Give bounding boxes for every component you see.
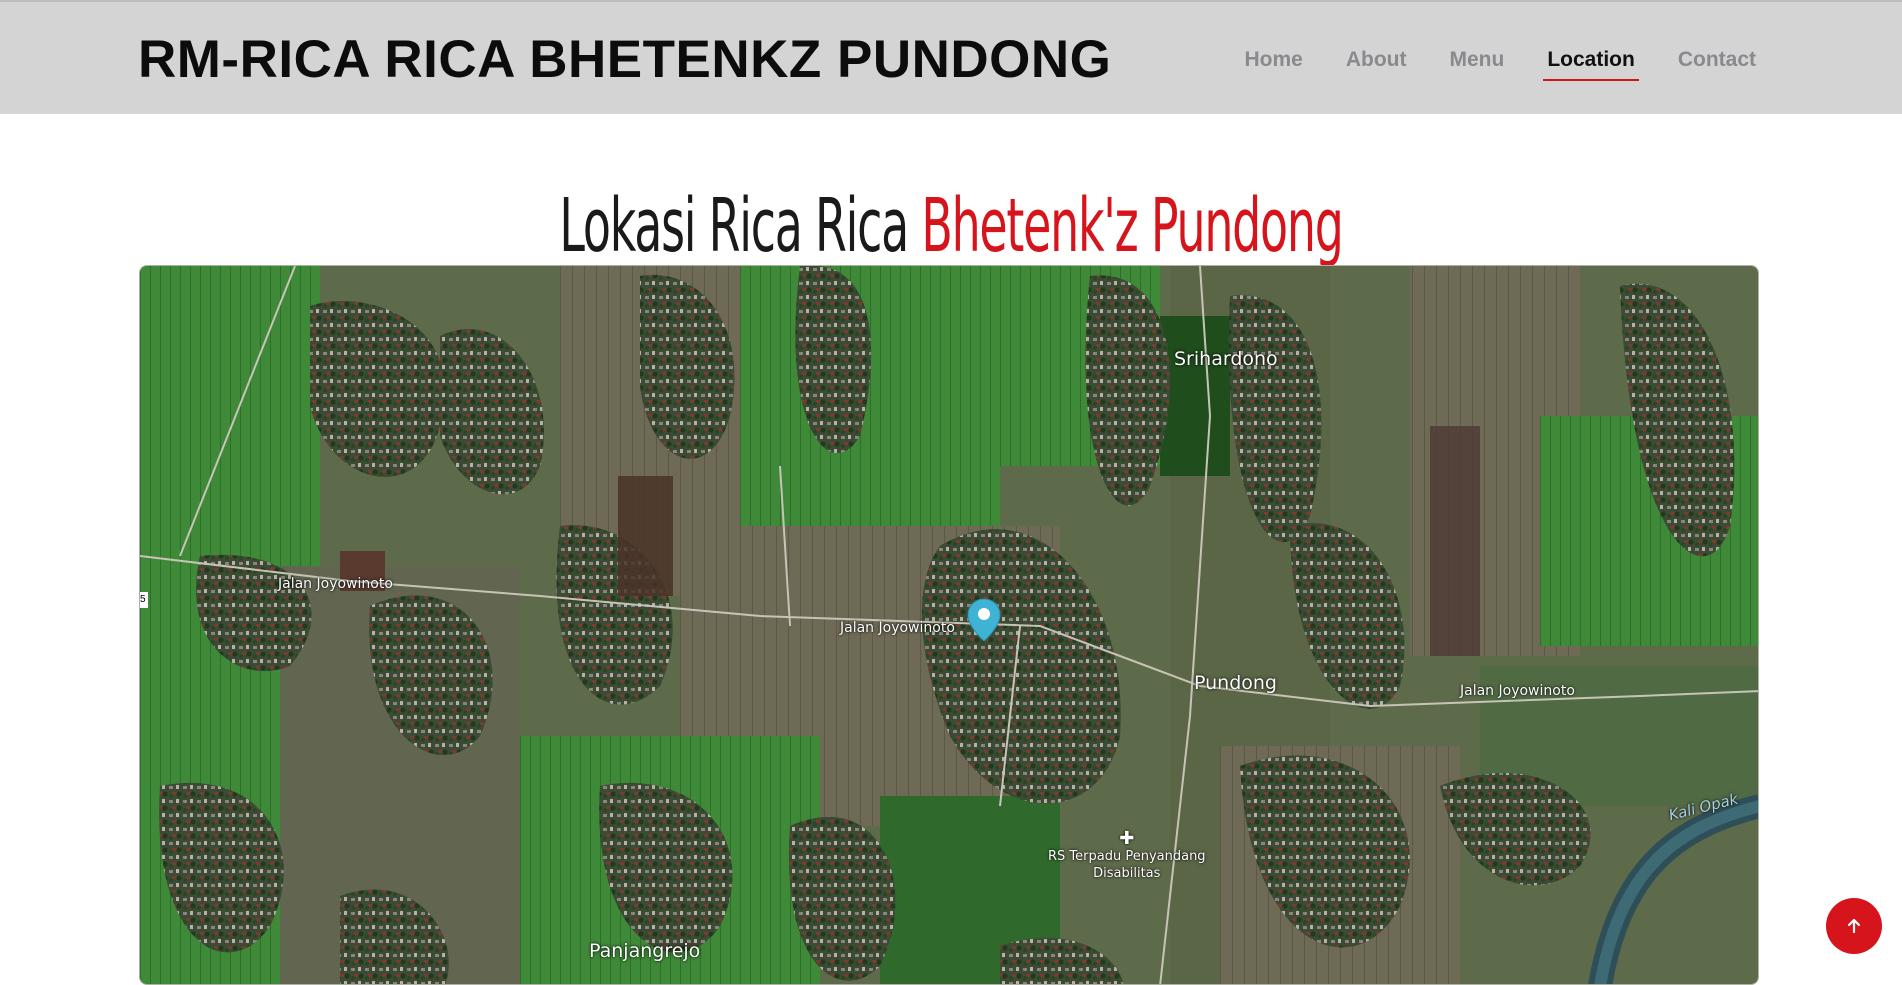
page-title-prefix: Lokasi Rica Rica: [559, 182, 922, 269]
page-title: Lokasi Rica Rica Bhetenk'z Pundong: [361, 180, 1540, 272]
arrow-up-icon: [1847, 918, 1861, 934]
nav-about[interactable]: About: [1346, 46, 1407, 74]
map-label-srihardono: Srihardono: [1174, 348, 1278, 370]
nav-location[interactable]: Location: [1543, 46, 1639, 81]
hospital-label-line1: RS Terpadu Penyandang: [1048, 849, 1206, 864]
map-label-road-east: Jalan Joyowinoto: [1460, 683, 1575, 699]
site-brand[interactable]: RM-RICA RICA BHETENKZ PUNDONG: [138, 28, 1111, 92]
scroll-to-top-button[interactable]: [1826, 898, 1882, 954]
nav-contact[interactable]: Contact: [1678, 46, 1756, 74]
nav-home[interactable]: Home: [1244, 46, 1302, 74]
map-pin-icon[interactable]: [966, 597, 1002, 643]
location-map[interactable]: 5 Srihardono Pundong Panjangrejo Jalan J…: [139, 265, 1759, 985]
hospital-label-line2: Disabilitas: [1093, 866, 1161, 881]
main-nav: Home About Menu Location Contact: [1201, 46, 1756, 81]
map-label-hospital: ✚ RS Terpadu Penyandang Disabilitas: [1048, 830, 1206, 882]
map-label-pundong: Pundong: [1194, 672, 1277, 694]
map-label-road-west: Jalan Joyowinoto: [278, 576, 393, 592]
map-label-panjangrejo: Panjangrejo: [589, 940, 701, 962]
map-edge-tab: 5: [140, 592, 148, 608]
map-label-road-center: Jalan Joyowinoto: [840, 620, 955, 636]
site-header: RM-RICA RICA BHETENKZ PUNDONG Home About…: [0, 0, 1902, 114]
hospital-icon: ✚: [1119, 828, 1135, 849]
page-title-accent: Bhetenk'z Pundong: [921, 182, 1344, 269]
nav-menu[interactable]: Menu: [1450, 46, 1505, 74]
